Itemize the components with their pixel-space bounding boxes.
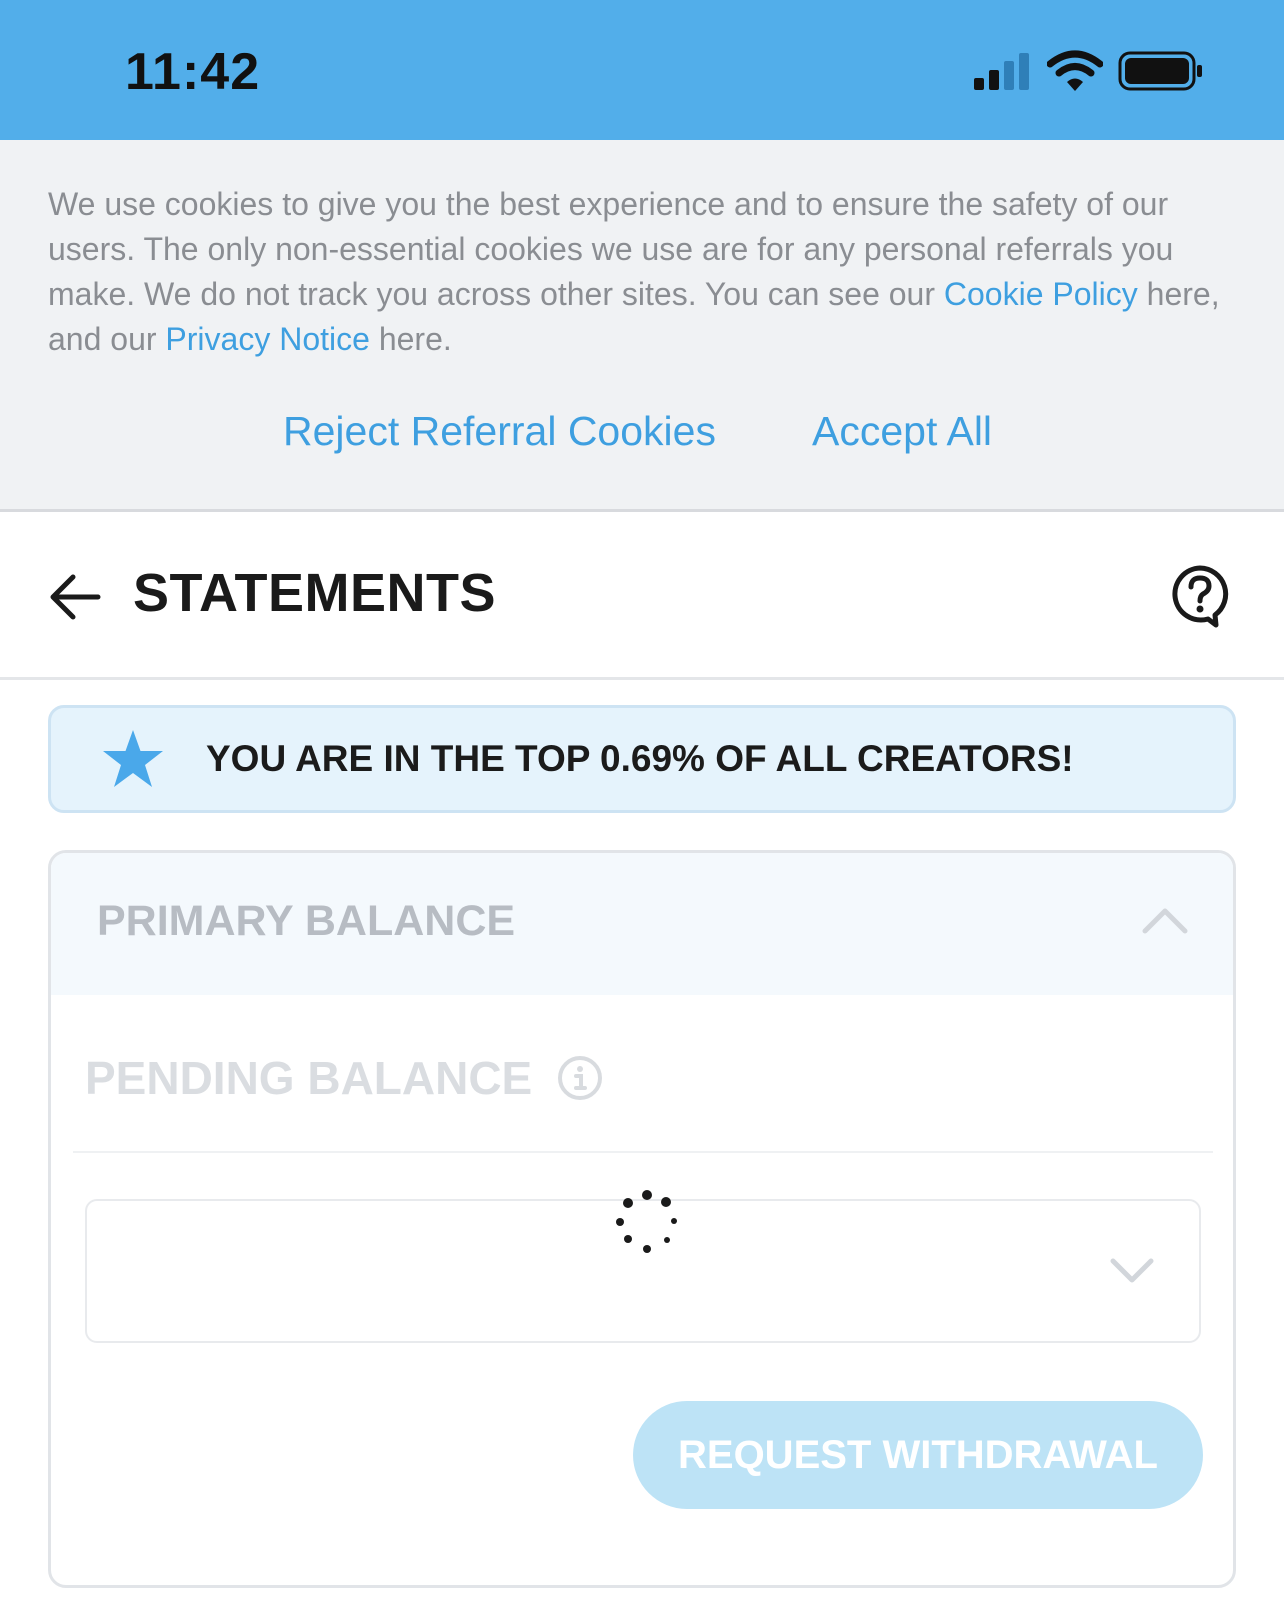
cookie-policy-link[interactable]: Cookie Policy (944, 276, 1138, 312)
status-time: 11:42 (125, 43, 261, 101)
chevron-down-icon[interactable] (1109, 1251, 1155, 1291)
status-bar: 11:42 (0, 0, 1284, 140)
top-creators-banner: YOU ARE IN THE TOP 0.69% OF ALL CREATORS… (48, 705, 1236, 813)
star-icon (103, 730, 163, 787)
privacy-notice-link[interactable]: Privacy Notice (165, 321, 370, 357)
cookie-banner: We use cookies to give you the best expe… (0, 140, 1284, 512)
reject-referral-cookies-button[interactable]: Reject Referral Cookies (283, 408, 716, 455)
page-title: STATEMENTS (133, 563, 496, 623)
cellular-signal-icon (974, 53, 1029, 90)
page-header: STATEMENTS (0, 512, 1284, 680)
back-arrow-icon[interactable] (46, 568, 104, 626)
help-icon[interactable] (1170, 564, 1230, 628)
top-creators-text: YOU ARE IN THE TOP 0.69% OF ALL CREATORS… (206, 738, 1074, 779)
loading-spinner-icon (616, 1190, 677, 1253)
pending-balance-title: PENDING BALANCE (85, 1052, 533, 1104)
battery-icon (1118, 51, 1202, 91)
request-withdrawal-button[interactable]: REQUEST WITHDRAWAL (633, 1401, 1203, 1509)
pending-balance-row: PENDING BALANCE (85, 1051, 603, 1111)
wifi-icon (1047, 50, 1103, 91)
cookie-text-part: here. (369, 321, 452, 357)
balance-card: PRIMARY BALANCE PENDING BALANCE REQUEST … (48, 850, 1236, 1588)
info-icon[interactable] (557, 1055, 603, 1101)
primary-balance-title: PRIMARY BALANCE (97, 897, 516, 945)
cookie-message: We use cookies to give you the best expe… (48, 182, 1248, 362)
chevron-up-icon[interactable] (1141, 901, 1189, 941)
primary-balance-header[interactable]: PRIMARY BALANCE (51, 853, 1233, 995)
divider (73, 1151, 1213, 1153)
accept-all-button[interactable]: Accept All (812, 408, 992, 455)
